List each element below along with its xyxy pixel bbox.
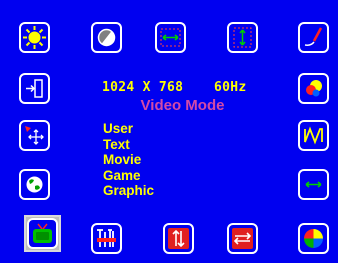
video-mode-user[interactable]: User xyxy=(103,121,154,137)
resolution-text: 1024 X 768 xyxy=(102,80,184,95)
h-adjust-button[interactable] xyxy=(227,223,258,254)
sharpness-button[interactable] xyxy=(298,22,329,53)
video-mode-graphic[interactable]: Graphic xyxy=(103,183,154,199)
video-mode-list: User Text Movie Game Graphic xyxy=(103,121,154,199)
osd-menu: 1024 X 768 60Hz Video Mode User Text Mov… xyxy=(0,0,338,263)
h-position-button[interactable] xyxy=(155,22,186,53)
video-mode-movie[interactable]: Movie xyxy=(103,152,154,168)
vertical-arrows-icon xyxy=(168,228,189,249)
sun-icon xyxy=(23,26,46,49)
contrast-button[interactable] xyxy=(91,22,122,53)
color-circles-icon xyxy=(306,80,322,97)
tools-button[interactable] xyxy=(91,223,122,254)
phase-button[interactable] xyxy=(298,120,329,151)
horizontal-size-icon xyxy=(305,181,322,188)
video-mode-button[interactable] xyxy=(27,218,58,249)
globe-icon xyxy=(26,176,43,193)
vertical-position-icon xyxy=(233,27,252,48)
auto-adjust-button[interactable] xyxy=(19,120,50,151)
submenu-title: Video Mode xyxy=(140,97,225,114)
brightness-button[interactable] xyxy=(19,22,50,53)
move-cursor-icon xyxy=(25,126,44,145)
pen-icon xyxy=(304,27,323,46)
contrast-icon xyxy=(97,28,116,47)
refresh-rate-text: 60Hz xyxy=(214,80,247,95)
video-mode-text[interactable]: Text xyxy=(103,137,154,153)
v-position-button[interactable] xyxy=(227,22,258,53)
exit-door-icon xyxy=(26,79,43,98)
color-button[interactable] xyxy=(298,73,329,104)
input-source-button[interactable] xyxy=(19,73,50,104)
tools-icon xyxy=(97,229,116,247)
color-wheel-button[interactable] xyxy=(298,223,329,254)
horizontal-arrows-icon xyxy=(232,228,253,249)
waveform-icon xyxy=(304,126,323,145)
color-wheel-icon xyxy=(304,229,323,248)
tv-icon xyxy=(33,223,52,243)
h-size-button[interactable] xyxy=(298,169,329,200)
video-mode-game[interactable]: Game xyxy=(103,168,154,184)
v-size-button[interactable] xyxy=(163,223,194,254)
language-button[interactable] xyxy=(19,169,50,200)
horizontal-position-icon xyxy=(160,28,181,47)
